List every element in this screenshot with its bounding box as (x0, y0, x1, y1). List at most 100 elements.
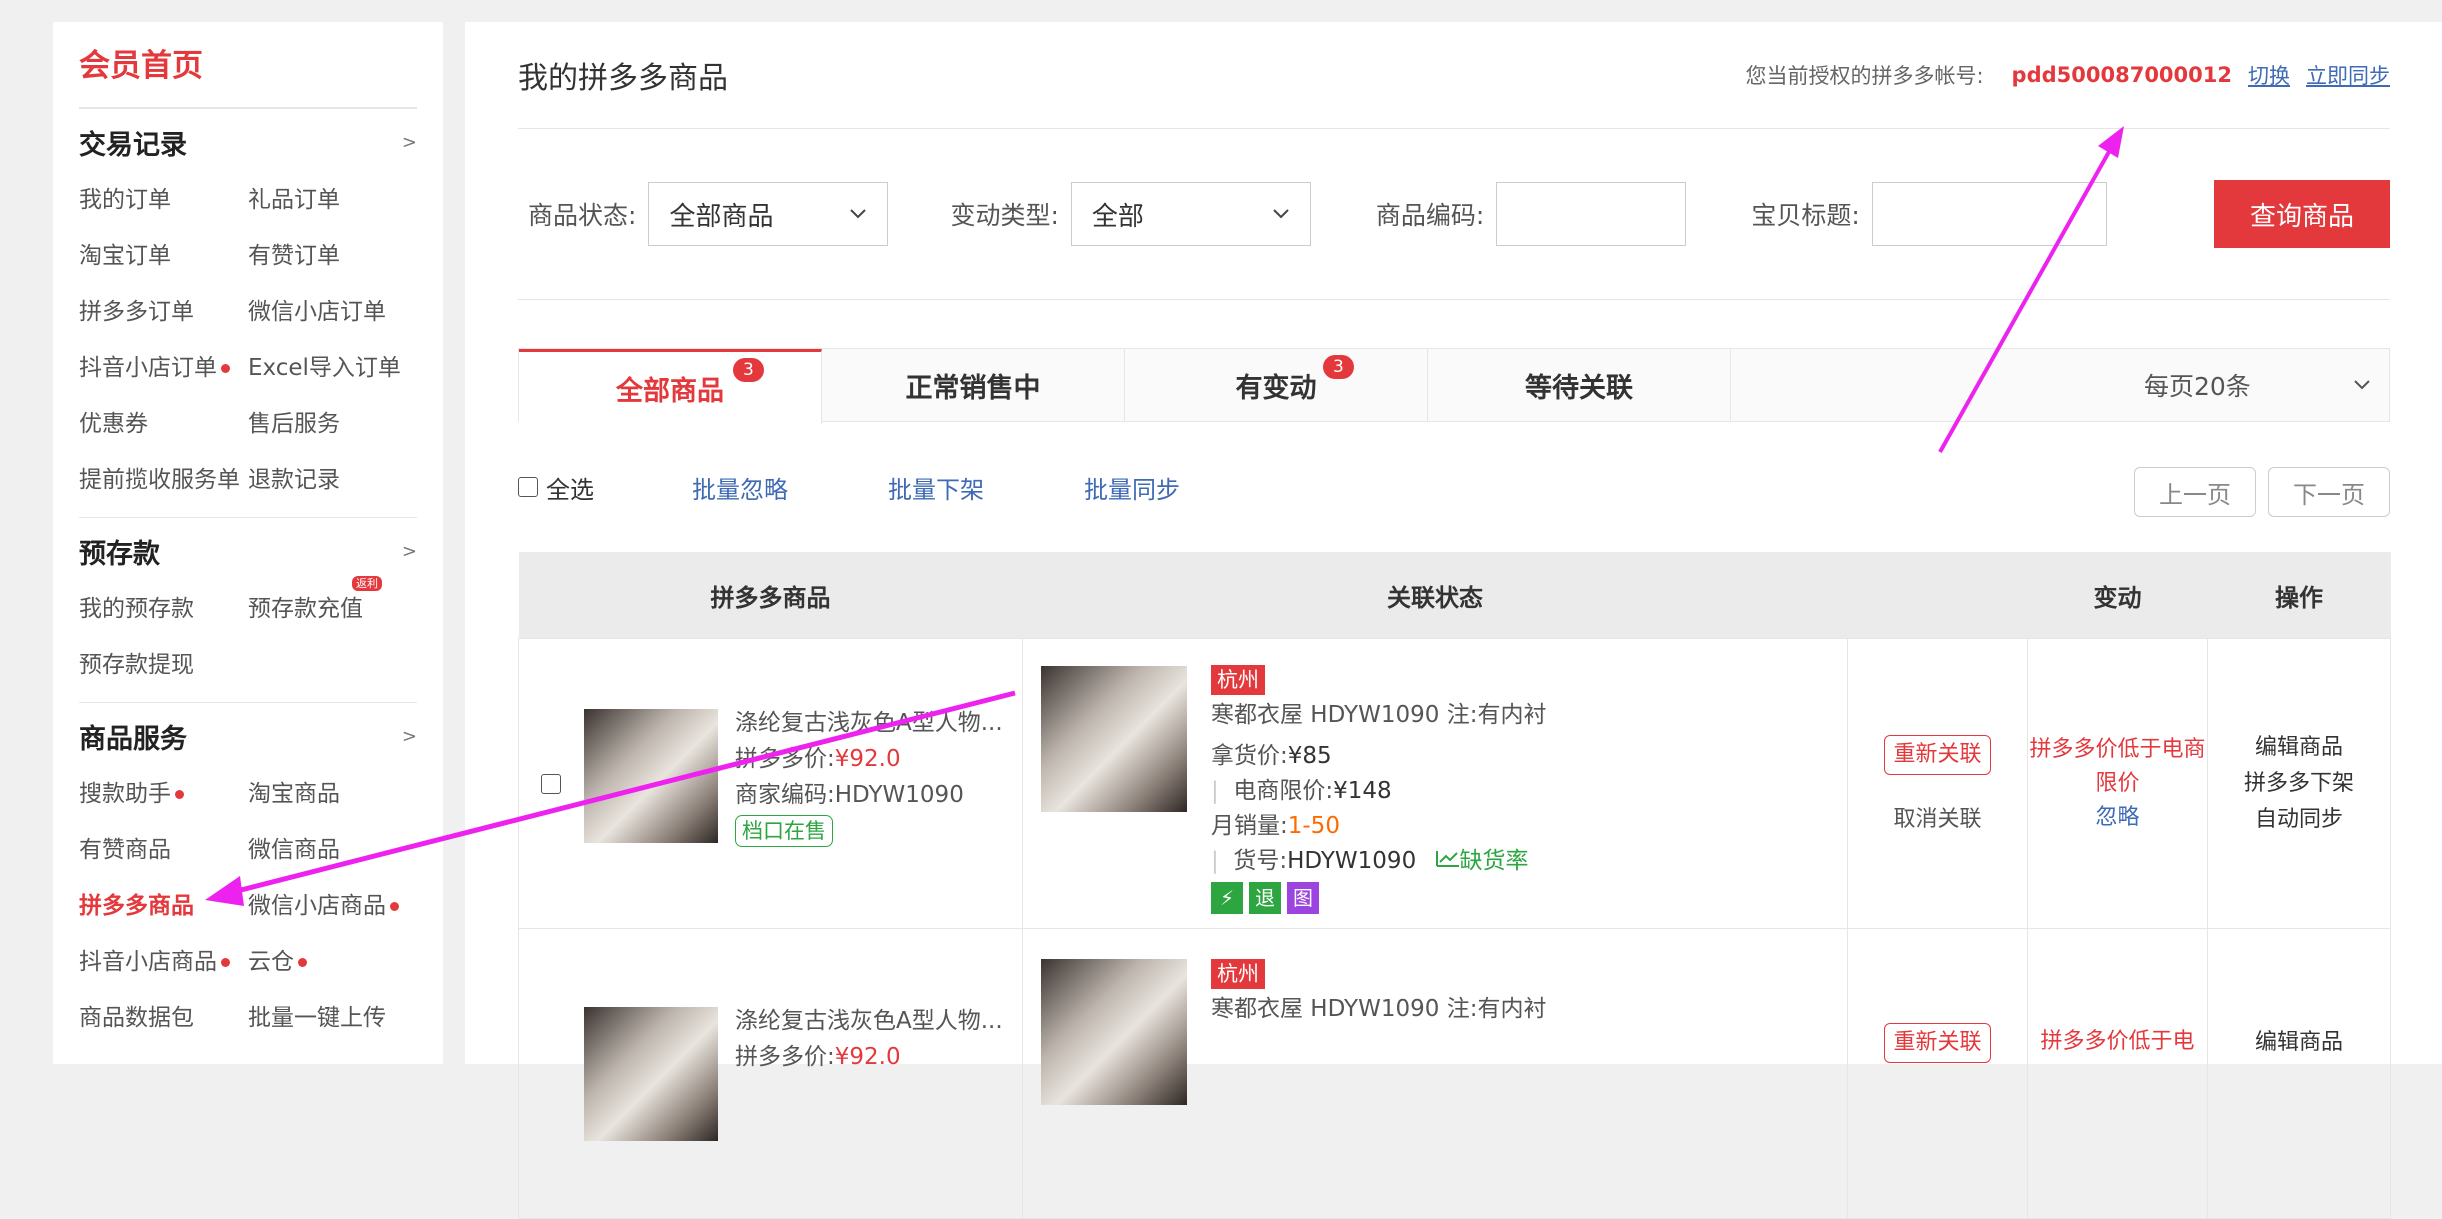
batch-delist-button[interactable]: 批量下架 (888, 470, 984, 505)
sync-now-link[interactable]: 立即同步 (2306, 60, 2390, 90)
sidebar-item-my-orders[interactable]: 我的订单 (79, 175, 248, 231)
sidebar-item-pdd-products[interactable]: 拼多多商品 (79, 881, 248, 937)
stockout-rate-link[interactable]: 缺货率 (1435, 848, 1529, 874)
sidebar-item-wechat-shop-products[interactable]: 微信小店商品 (248, 881, 417, 937)
pdd-delist-link[interactable]: 拼多多下架 (2209, 766, 2389, 802)
sidebar-item-product-packages[interactable]: 商品数据包 (79, 993, 248, 1049)
sidebar-item-search-helper[interactable]: 搜款助手 (79, 769, 248, 825)
chevron-down-icon (850, 209, 867, 219)
operations-cell: 编辑商品 拼多多下架 自动同步 (2207, 638, 2391, 929)
query-products-button[interactable]: 查询商品 (2214, 180, 2390, 248)
sidebar-item-taobao-orders[interactable]: 淘宝订单 (79, 231, 248, 287)
status-select-value: 全部商品 (669, 201, 774, 232)
product-thumbnail[interactable] (584, 1007, 718, 1141)
stall-status-tag: 档口在售 (735, 815, 833, 847)
sidebar-item-batch-upload[interactable]: 批量一键上传 (248, 993, 417, 1049)
edit-product-link[interactable]: 编辑商品 (2209, 1025, 2389, 1061)
tab-label: 等待关联 (1525, 372, 1633, 404)
trend-chart-icon (1435, 851, 1459, 867)
sidebar-item-label: 抖音小店商品 (79, 949, 217, 975)
relink-cell: 重新关联 取消关联 (1847, 638, 2028, 929)
sidebar-item-youzan-orders[interactable]: 有赞订单 (248, 231, 417, 287)
sidebar-item-wechat-products[interactable]: 微信商品 (248, 825, 417, 881)
sidebar-item-excel-import[interactable]: Excel导入订单 (248, 343, 417, 399)
tab-on-sale[interactable]: 正常销售中 (822, 349, 1125, 421)
limit-price-line: | 电商限价:¥148 (1211, 778, 1392, 804)
link-status-cell: 杭州 寒都衣屋 HDYW1090 注:有内衬 (1022, 928, 1848, 1219)
status-select[interactable]: 全部商品 (648, 182, 889, 246)
sidebar-item-taobao-products[interactable]: 淘宝商品 (248, 769, 417, 825)
linked-product-thumbnail[interactable] (1041, 666, 1187, 812)
sidebar: 会员首页 交易记录 > 我的订单 礼品订单 淘宝订单 有赞订单 拼多多订单 微信… (53, 22, 443, 1064)
table-header-row: 拼多多商品 关联状态 变动 操作 (518, 552, 2391, 639)
ignore-link[interactable]: 忽略 (2029, 801, 2206, 835)
city-tag: 杭州 (1211, 665, 1265, 695)
relink-button[interactable]: 重新关联 (1884, 1023, 1991, 1063)
product-code-input[interactable] (1496, 182, 1687, 246)
sidebar-section-deposit: 预存款 > 我的预存款 预存款充值 返利 预存款提现 (79, 517, 417, 702)
member-home-link[interactable]: 会员首页 (79, 22, 417, 108)
sidebar-item-douyin-products[interactable]: 抖音小店商品 (79, 937, 248, 993)
sidebar-item-wechat-shop-orders[interactable]: 微信小店订单 (248, 287, 417, 343)
change-type-select[interactable]: 全部 (1070, 182, 1311, 246)
new-dot-icon (221, 364, 230, 373)
sidebar-item-douyin-orders[interactable]: 抖音小店订单 (79, 343, 248, 399)
sidebar-item-deposit-topup[interactable]: 预存款充值 返利 (248, 576, 417, 640)
prev-page-button[interactable]: 上一页 (2134, 467, 2256, 517)
sidebar-section-header[interactable]: 预存款 > (79, 518, 417, 584)
page-header: 我的拼多多商品 您当前授权的拼多多帐号: pdd500087000012 切换 … (518, 22, 2390, 129)
sidebar-item-cloud-warehouse[interactable]: 云仓 (248, 937, 417, 993)
sidebar-item-coupons[interactable]: 优惠券 (79, 399, 248, 455)
sidebar-item-label: 微信小店商品 (248, 893, 386, 919)
pdd-product-title[interactable]: 涤纶复古浅灰色A型人物... (735, 705, 1003, 741)
batch-ignore-button[interactable]: 批量忽略 (692, 470, 788, 505)
new-dot-icon (221, 958, 230, 967)
sidebar-item-my-deposit[interactable]: 我的预存款 (79, 584, 248, 640)
sidebar-item-refunds[interactable]: 退款记录 (248, 455, 417, 511)
sidebar-section-header[interactable]: 商品服务 > (79, 703, 417, 769)
sidebar-item-after-sales[interactable]: 售后服务 (248, 399, 417, 455)
row-checkbox[interactable] (541, 774, 561, 794)
count-badge: 3 (733, 358, 764, 382)
chevron-right-icon: > (401, 540, 417, 562)
price-label: 拼多多价: (735, 1044, 835, 1070)
checkbox[interactable] (518, 477, 538, 497)
linked-product-title[interactable]: 寒都衣屋 HDYW1090 注:有内衬 (1211, 698, 1546, 733)
service-icons: ⚡ 退图 (1211, 881, 1546, 916)
change-description: 拼多多价低于电 (2040, 1029, 2195, 1054)
per-page-select[interactable]: 每页20条 (2124, 349, 2389, 421)
tab-label: 正常销售中 (905, 372, 1041, 404)
sidebar-item-gift-orders[interactable]: 礼品订单 (248, 175, 417, 231)
linked-product-thumbnail[interactable] (1041, 959, 1187, 1105)
sidebar-item-pdd-orders[interactable]: 拼多多订单 (79, 287, 248, 343)
pdd-product-title[interactable]: 涤纶复古浅灰色A型人物... (735, 1003, 1003, 1039)
sidebar-item-deposit-withdraw[interactable]: 预存款提现 (79, 640, 248, 696)
item-title-input[interactable] (1871, 182, 2107, 246)
linked-product-title[interactable]: 寒都衣屋 HDYW1090 注:有内衬 (1211, 992, 1546, 1027)
limit-price: ¥148 (1333, 778, 1392, 804)
sidebar-item-youzan-products[interactable]: 有赞商品 (79, 825, 248, 881)
next-page-button[interactable]: 下一页 (2268, 467, 2390, 517)
product-thumbnail[interactable] (584, 709, 718, 843)
tab-pending-link[interactable]: 等待关联 (1428, 349, 1731, 421)
tab-all-products[interactable]: 全部商品 3 (519, 349, 822, 424)
edit-product-link[interactable]: 编辑商品 (2209, 730, 2389, 766)
sidebar-section-transactions: 交易记录 > 我的订单 礼品订单 淘宝订单 有赞订单 拼多多订单 微信小店订单 … (79, 108, 417, 517)
sidebar-item-early-pickup[interactable]: 提前揽收服务单 (79, 455, 248, 511)
batch-actions-bar: 全选 批量忽略 批量下架 批量同步 上一页 下一页 (518, 422, 2390, 552)
batch-sync-button[interactable]: 批量同步 (1084, 470, 1180, 505)
pdd-price: ¥92.0 (834, 746, 901, 772)
unlink-button[interactable]: 取消关联 (1893, 801, 1981, 833)
refund-icon: 退 (1249, 882, 1281, 914)
select-all-checkbox[interactable]: 全选 (518, 470, 594, 505)
column-header: 关联状态 (1022, 552, 1848, 639)
select-all-label: 全选 (546, 475, 594, 504)
switch-account-link[interactable]: 切换 (2248, 60, 2290, 90)
auto-sync-link[interactable]: 自动同步 (2209, 802, 2389, 838)
sidebar-item-label: 搜款助手 (79, 781, 171, 807)
pdd-product-cell: 涤纶复古浅灰色A型人物... 拼多多价:¥92.0 商家编码:HDYW1090 … (518, 638, 1023, 929)
sidebar-section-header[interactable]: 交易记录 > (79, 109, 417, 175)
relink-button[interactable]: 重新关联 (1884, 734, 1991, 775)
rebate-badge: 返利 (352, 576, 382, 591)
tab-changed[interactable]: 有变动 3 (1125, 349, 1428, 421)
